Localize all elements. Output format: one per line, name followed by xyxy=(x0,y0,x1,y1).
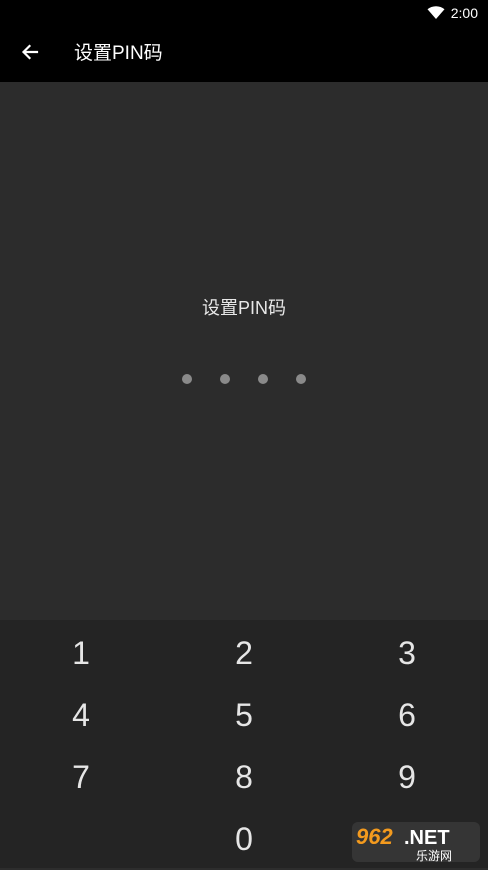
pin-dot xyxy=(296,374,306,384)
watermark-logo: 962 .NET 乐游网 xyxy=(350,820,482,864)
arrow-left-icon xyxy=(20,42,40,66)
page-title: 设置PIN码 xyxy=(74,43,163,64)
svg-text:乐游网: 乐游网 xyxy=(416,849,452,863)
key-3[interactable]: 3 xyxy=(326,622,488,684)
key-0[interactable]: 0 xyxy=(163,808,325,870)
pin-indicator xyxy=(0,374,488,384)
key-5[interactable]: 5 xyxy=(163,684,325,746)
status-bar: 2:00 xyxy=(0,0,488,26)
status-indicators: 2:00 xyxy=(427,4,478,22)
pin-dot xyxy=(220,374,230,384)
svg-text:962: 962 xyxy=(356,824,393,849)
wifi-icon xyxy=(427,6,445,20)
key-4[interactable]: 4 xyxy=(0,684,162,746)
pin-dot xyxy=(182,374,192,384)
key-8[interactable]: 8 xyxy=(163,746,325,808)
key-6[interactable]: 6 xyxy=(326,684,488,746)
svg-text:.NET: .NET xyxy=(404,827,450,849)
back-button[interactable] xyxy=(10,34,50,74)
key-1[interactable]: 1 xyxy=(0,622,162,684)
pin-entry-panel: 设置PIN码 xyxy=(0,82,488,620)
status-time: 2:00 xyxy=(450,5,478,21)
pin-dot xyxy=(258,374,268,384)
pin-prompt: 设置PIN码 xyxy=(201,298,286,318)
key-2[interactable]: 2 xyxy=(163,622,325,684)
key-7[interactable]: 7 xyxy=(0,746,162,808)
key-9[interactable]: 9 xyxy=(326,746,488,808)
app-bar: 设置PIN码 xyxy=(0,26,488,82)
